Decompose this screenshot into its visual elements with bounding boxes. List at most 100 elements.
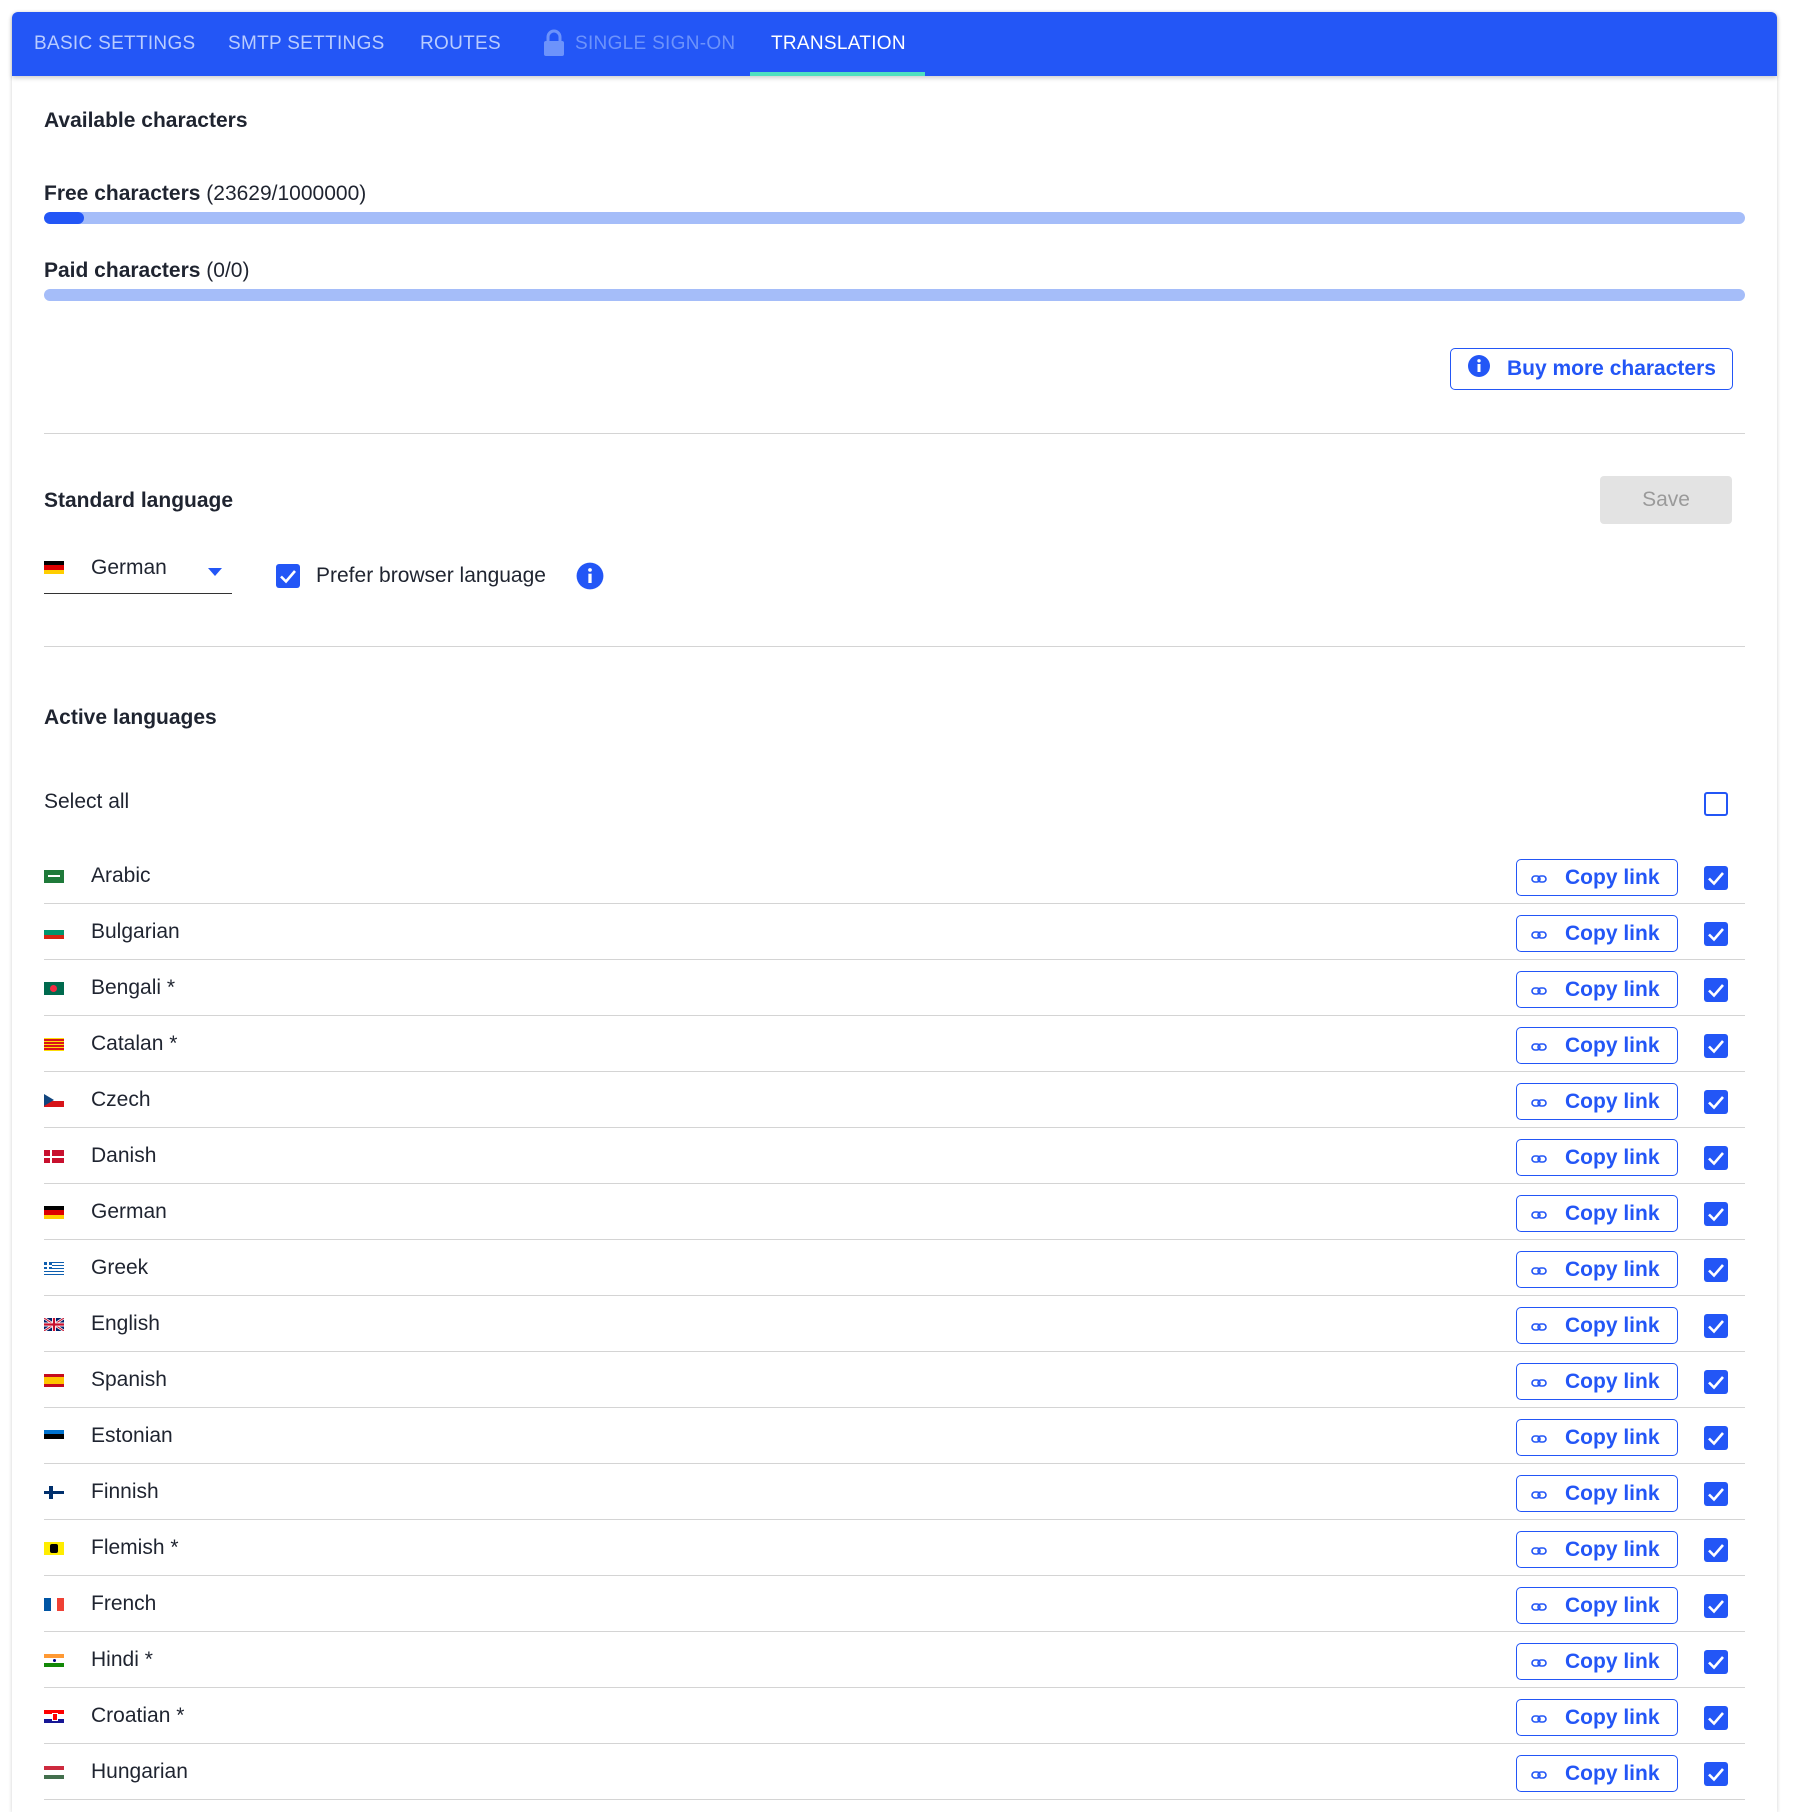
copy-link-button[interactable]: Copy link	[1516, 1195, 1678, 1232]
info-icon	[1467, 354, 1491, 384]
hr-flag-icon	[44, 1710, 64, 1723]
tab-basic-settings[interactable]: BASIC SETTINGS	[34, 12, 196, 76]
copy-link-label: Copy link	[1565, 1257, 1660, 1281]
copy-link-button[interactable]: Copy link	[1516, 1027, 1678, 1064]
copy-link-button[interactable]: Copy link	[1516, 1363, 1678, 1400]
copy-link-label: Copy link	[1565, 1313, 1660, 1337]
language-checkbox[interactable]	[1704, 1482, 1728, 1506]
language-checkbox[interactable]	[1704, 1594, 1728, 1618]
ee-flag-icon	[44, 1430, 64, 1443]
copy-link-button[interactable]: Copy link	[1516, 915, 1678, 952]
language-name: Flemish *	[91, 1536, 179, 1559]
link-icon	[1531, 1090, 1547, 1114]
info-icon[interactable]	[576, 562, 604, 595]
language-checkbox[interactable]	[1704, 1426, 1728, 1450]
tab-routes[interactable]: ROUTES	[420, 12, 501, 76]
free-characters-progress	[44, 212, 1745, 224]
language-row: Catalan * Copy link	[44, 1016, 1745, 1072]
copy-link-button[interactable]: Copy link	[1516, 1755, 1678, 1792]
copy-link-button[interactable]: Copy link	[1516, 1139, 1678, 1176]
select-all-checkbox[interactable]	[1704, 792, 1728, 816]
language-name: Bengali *	[91, 976, 176, 999]
tab-translation[interactable]: TRANSLATION	[771, 12, 906, 76]
language-checkbox[interactable]	[1704, 866, 1728, 890]
link-icon	[1531, 1258, 1547, 1282]
language-name: Spanish	[91, 1368, 167, 1391]
save-button[interactable]: Save	[1600, 476, 1732, 524]
language-row: Arabic Copy link	[44, 848, 1745, 904]
language-name: French	[91, 1592, 157, 1615]
copy-link-button[interactable]: Copy link	[1516, 1083, 1678, 1120]
language-row: Spanish Copy link	[44, 1352, 1745, 1408]
copy-link-button[interactable]: Copy link	[1516, 859, 1678, 896]
link-icon	[1531, 1426, 1547, 1450]
copy-link-label: Copy link	[1565, 921, 1660, 945]
language-checkbox[interactable]	[1704, 1202, 1728, 1226]
language-checkbox[interactable]	[1704, 922, 1728, 946]
language-name: Croatian *	[91, 1704, 185, 1727]
language-row: German Copy link	[44, 1184, 1745, 1240]
language-name: Greek	[91, 1256, 149, 1279]
language-checkbox[interactable]	[1704, 1146, 1728, 1170]
language-checkbox[interactable]	[1704, 1538, 1728, 1562]
active-tab-indicator	[750, 72, 925, 76]
link-icon	[1531, 1650, 1547, 1674]
language-checkbox[interactable]	[1704, 1370, 1728, 1394]
language-checkbox[interactable]	[1704, 1706, 1728, 1730]
copy-link-button[interactable]: Copy link	[1516, 1307, 1678, 1344]
flanders-flag-icon	[44, 1542, 64, 1555]
copy-link-button[interactable]: Copy link	[1516, 1699, 1678, 1736]
copy-link-label: Copy link	[1565, 865, 1660, 889]
language-checkbox[interactable]	[1704, 1650, 1728, 1674]
copy-link-label: Copy link	[1565, 977, 1660, 1001]
chevron-down-icon	[208, 563, 222, 581]
link-icon	[1531, 1314, 1547, 1338]
copy-link-button[interactable]: Copy link	[1516, 1475, 1678, 1512]
hu-flag-icon	[44, 1766, 64, 1779]
language-checkbox[interactable]	[1704, 1034, 1728, 1058]
catalonia-flag-icon	[44, 1038, 64, 1051]
language-row: Hindi * Copy link	[44, 1632, 1745, 1688]
buy-more-characters-button[interactable]: Buy more characters	[1450, 348, 1733, 390]
language-name: Bulgarian	[91, 920, 180, 943]
tab-bar: BASIC SETTINGS SMTP SETTINGS ROUTES SING…	[12, 12, 1777, 76]
language-checkbox[interactable]	[1704, 1762, 1728, 1786]
buy-more-characters-label: Buy more characters	[1507, 357, 1716, 380]
select-all-label: Select all	[44, 790, 130, 813]
row-divider	[44, 1799, 1745, 1800]
copy-link-label: Copy link	[1565, 1425, 1660, 1449]
prefer-browser-language-checkbox[interactable]	[276, 564, 300, 588]
language-checkbox[interactable]	[1704, 978, 1728, 1002]
bg-flag-icon	[44, 926, 64, 939]
language-name: English	[91, 1312, 160, 1335]
copy-link-button[interactable]: Copy link	[1516, 1531, 1678, 1568]
standard-language-select[interactable]: German	[44, 547, 232, 594]
paid-characters-count: (0/0)	[206, 259, 250, 282]
language-checkbox[interactable]	[1704, 1258, 1728, 1282]
paid-characters-label: Paid characters	[44, 259, 201, 282]
copy-link-label: Copy link	[1565, 1593, 1660, 1617]
link-icon	[1531, 1034, 1547, 1058]
language-name: Catalan *	[91, 1032, 178, 1055]
language-row: Estonian Copy link	[44, 1408, 1745, 1464]
language-row: Finnish Copy link	[44, 1464, 1745, 1520]
language-name: Czech	[91, 1088, 151, 1111]
available-characters-title: Available characters	[44, 109, 248, 132]
copy-link-button[interactable]: Copy link	[1516, 971, 1678, 1008]
language-name: Hindi *	[91, 1648, 153, 1671]
tab-smtp-settings[interactable]: SMTP SETTINGS	[228, 12, 385, 76]
de-flag-icon	[44, 1206, 64, 1219]
language-checkbox[interactable]	[1704, 1090, 1728, 1114]
language-row: Flemish * Copy link	[44, 1520, 1745, 1576]
es-flag-icon	[44, 1374, 64, 1387]
language-checkbox[interactable]	[1704, 1314, 1728, 1338]
copy-link-label: Copy link	[1565, 1761, 1660, 1785]
fi-flag-icon	[44, 1486, 64, 1499]
link-icon	[1531, 1482, 1547, 1506]
copy-link-button[interactable]: Copy link	[1516, 1251, 1678, 1288]
copy-link-button[interactable]: Copy link	[1516, 1587, 1678, 1624]
copy-link-label: Copy link	[1565, 1089, 1660, 1113]
copy-link-button[interactable]: Copy link	[1516, 1643, 1678, 1680]
in-flag-icon	[44, 1654, 64, 1667]
copy-link-button[interactable]: Copy link	[1516, 1419, 1678, 1456]
